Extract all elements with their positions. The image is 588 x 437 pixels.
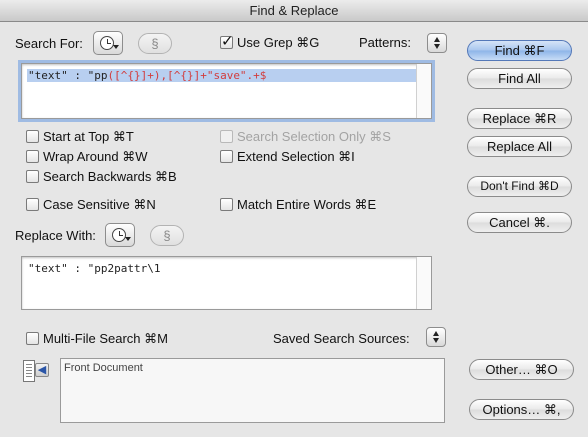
- case-sensitive-checkbox[interactable]: [26, 198, 39, 211]
- case-sensitive-label: Case Sensitive ⌘N: [43, 197, 156, 212]
- saved-search-sources-label: Saved Search Sources:: [273, 331, 410, 346]
- clock-icon: [100, 36, 114, 50]
- wrap-around-label: Wrap Around ⌘W: [43, 149, 148, 164]
- list-item-front-document[interactable]: Front Document: [64, 362, 143, 374]
- window-title: Find & Replace: [0, 0, 588, 22]
- cancel-button[interactable]: Cancel ⌘.: [467, 212, 572, 233]
- find-replace-panel: Search For: § Use Grep ⌘G Patterns: "tex…: [0, 22, 588, 437]
- match-entire-words-checkbox[interactable]: [220, 198, 233, 211]
- document-arrow-icon[interactable]: ◀: [21, 358, 51, 386]
- search-for-label: Search For:: [15, 36, 83, 51]
- search-selection-only-label: Search Selection Only ⌘S: [237, 129, 391, 144]
- replace-with-label: Replace With:: [15, 228, 96, 243]
- replace-special-chars-button[interactable]: §: [150, 225, 184, 246]
- replace-all-button[interactable]: Replace All: [467, 136, 572, 157]
- chevron-down-icon: [113, 45, 119, 49]
- search-scrollbar[interactable]: [416, 64, 431, 118]
- search-history-button[interactable]: [93, 31, 123, 55]
- clock-icon: [112, 228, 126, 242]
- extend-selection-label: Extend Selection ⌘I: [237, 149, 355, 164]
- arrow-left-icon: ◀: [35, 363, 49, 377]
- patterns-label: Patterns:: [359, 35, 412, 50]
- find-all-button[interactable]: Find All: [467, 68, 572, 89]
- multi-file-search-checkbox[interactable]: [26, 332, 39, 345]
- patterns-popup[interactable]: [427, 33, 447, 53]
- use-grep-label: Use Grep ⌘G: [237, 35, 320, 50]
- start-at-top-checkbox[interactable]: [26, 130, 39, 143]
- search-selection-only-checkbox[interactable]: [220, 130, 233, 143]
- search-text-regex: ([^{}]+),[^{}]+"save".+$: [107, 69, 267, 82]
- document-icon: [23, 360, 35, 382]
- multi-file-search-label: Multi-File Search ⌘M: [43, 331, 168, 346]
- find-button[interactable]: Find ⌘F: [467, 40, 572, 61]
- other-button[interactable]: Other… ⌘O: [469, 359, 574, 380]
- wrap-around-checkbox[interactable]: [26, 150, 39, 163]
- search-text-prefix: "text" : "pp: [28, 69, 108, 82]
- search-special-chars-button[interactable]: §: [138, 33, 172, 54]
- search-backwards-label: Search Backwards ⌘B: [43, 169, 177, 184]
- dont-find-button[interactable]: Don't Find ⌘D: [467, 176, 572, 197]
- chevron-down-icon: [125, 237, 131, 241]
- search-text-line: "text" : "pp([^{}]+),[^{}]+"save".+$: [27, 69, 427, 82]
- search-sources-list[interactable]: Front Document: [60, 358, 445, 423]
- replace-button[interactable]: Replace ⌘R: [467, 108, 572, 129]
- start-at-top-label: Start at Top ⌘T: [43, 129, 134, 144]
- search-input[interactable]: "text" : "pp([^{}]+),[^{}]+"save".+$: [21, 63, 432, 119]
- search-backwards-checkbox[interactable]: [26, 170, 39, 183]
- replace-scrollbar[interactable]: [416, 257, 431, 309]
- replace-input[interactable]: "text" : "pp2pattr\1: [21, 256, 432, 310]
- options-button[interactable]: Options… ⌘,: [469, 399, 574, 420]
- extend-selection-checkbox[interactable]: [220, 150, 233, 163]
- match-entire-words-label: Match Entire Words ⌘E: [237, 197, 377, 212]
- replace-history-button[interactable]: [105, 223, 135, 247]
- replace-text: "text" : "pp2pattr\1: [28, 262, 161, 275]
- saved-search-sources-popup[interactable]: [426, 327, 446, 347]
- use-grep-checkbox[interactable]: [220, 32, 234, 50]
